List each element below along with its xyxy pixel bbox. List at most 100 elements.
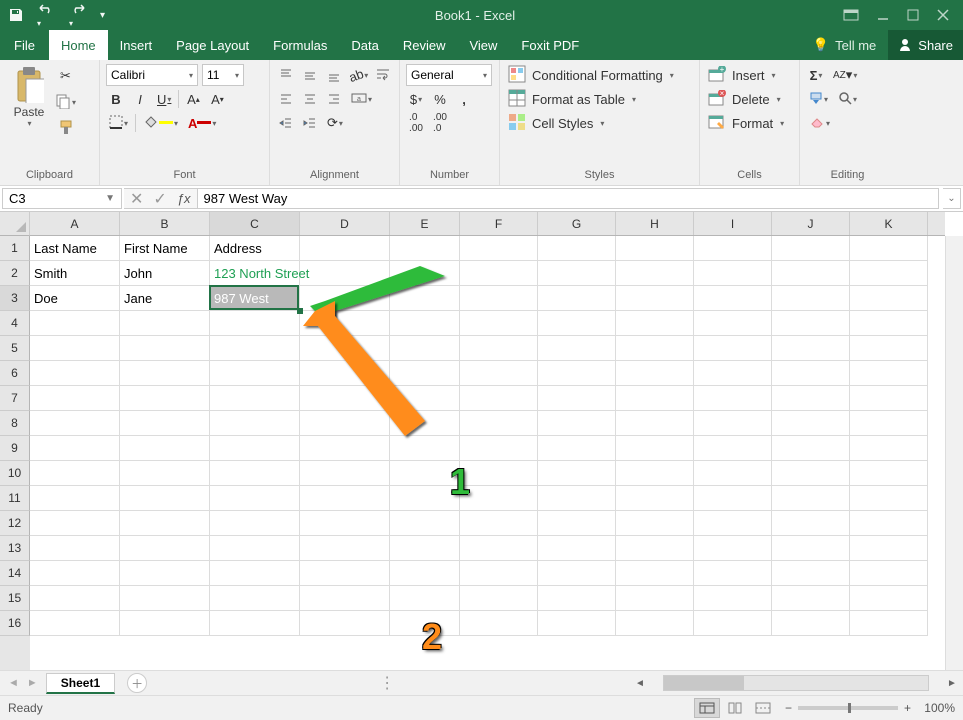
align-left-button[interactable] <box>276 88 296 110</box>
cell-j10[interactable] <box>772 461 850 486</box>
percent-button[interactable]: % <box>430 88 450 110</box>
col-header-g[interactable]: G <box>538 212 616 235</box>
accounting-button[interactable]: $▾ <box>406 88 426 110</box>
cell-c2[interactable]: 123 North Street <box>210 261 300 286</box>
cell-h11[interactable] <box>616 486 694 511</box>
cell-i9[interactable] <box>694 436 772 461</box>
increase-font-button[interactable]: A▴ <box>183 88 203 110</box>
cell-b11[interactable] <box>120 486 210 511</box>
cell-g16[interactable] <box>538 611 616 636</box>
cell-a16[interactable] <box>30 611 120 636</box>
format-as-table-button[interactable]: Format as Table▾ <box>506 87 693 111</box>
row-header-3[interactable]: 3 <box>0 286 30 311</box>
row-header-9[interactable]: 9 <box>0 436 30 461</box>
share-button[interactable]: Share <box>888 30 963 60</box>
cell-k12[interactable] <box>850 511 928 536</box>
cell-d11[interactable] <box>300 486 390 511</box>
cell-e13[interactable] <box>390 536 460 561</box>
cell-a6[interactable] <box>30 361 120 386</box>
view-page-break-button[interactable] <box>751 699 775 717</box>
cell-c9[interactable] <box>210 436 300 461</box>
cell-b10[interactable] <box>120 461 210 486</box>
col-header-k[interactable]: K <box>850 212 928 235</box>
cell-j2[interactable] <box>772 261 850 286</box>
paste-button[interactable]: Paste ▾ <box>6 63 52 157</box>
cell-i10[interactable] <box>694 461 772 486</box>
col-header-h[interactable]: H <box>616 212 694 235</box>
clear-button[interactable]: ▾ <box>806 112 833 134</box>
cell-c1[interactable]: Address <box>210 236 300 261</box>
cell-k3[interactable] <box>850 286 928 311</box>
cell-h13[interactable] <box>616 536 694 561</box>
cell-e4[interactable] <box>390 311 460 336</box>
tab-file[interactable]: File <box>0 30 49 60</box>
cell-k5[interactable] <box>850 336 928 361</box>
sheet-scroll-right-icon[interactable]: ► <box>27 677 38 689</box>
cell-d14[interactable] <box>300 561 390 586</box>
cell-c4[interactable] <box>210 311 300 336</box>
cell-f11[interactable] <box>460 486 538 511</box>
col-header-i[interactable]: I <box>694 212 772 235</box>
cell-a3[interactable]: Doe <box>30 286 120 311</box>
tab-view[interactable]: View <box>457 30 509 60</box>
cell-e16[interactable] <box>390 611 460 636</box>
cell-g15[interactable] <box>538 586 616 611</box>
fill-color-button[interactable]: ▾ <box>140 112 181 134</box>
cell-b6[interactable] <box>120 361 210 386</box>
comma-button[interactable]: , <box>454 88 474 110</box>
cell-h5[interactable] <box>616 336 694 361</box>
hscroll-right-icon[interactable]: ► <box>945 678 959 689</box>
cell-c14[interactable] <box>210 561 300 586</box>
cell-a1[interactable]: Last Name <box>30 236 120 261</box>
cell-b1[interactable]: First Name <box>120 236 210 261</box>
cell-b12[interactable] <box>120 511 210 536</box>
view-normal-button[interactable] <box>695 699 719 717</box>
save-icon[interactable] <box>6 5 26 25</box>
cell-e8[interactable] <box>390 411 460 436</box>
cell-j8[interactable] <box>772 411 850 436</box>
sort-filter-button[interactable]: AZ▾▾ <box>830 64 860 86</box>
tab-formulas[interactable]: Formulas <box>261 30 339 60</box>
cell-g14[interactable] <box>538 561 616 586</box>
cell-d2[interactable] <box>300 261 390 286</box>
cell-a7[interactable] <box>30 386 120 411</box>
zoom-in-button[interactable]: + <box>904 701 911 715</box>
redo-icon[interactable]: ▾ <box>66 0 90 31</box>
cell-i6[interactable] <box>694 361 772 386</box>
ribbon-display-icon[interactable] <box>843 9 859 21</box>
cell-d9[interactable] <box>300 436 390 461</box>
cell-k4[interactable] <box>850 311 928 336</box>
cell-j3[interactable] <box>772 286 850 311</box>
cell-f2[interactable] <box>460 261 538 286</box>
cell-b14[interactable] <box>120 561 210 586</box>
cell-j7[interactable] <box>772 386 850 411</box>
tell-me-button[interactable]: 💡 Tell me <box>801 30 888 60</box>
orientation-button[interactable]: ab▾ <box>348 64 369 86</box>
insert-function-button[interactable]: ƒx <box>177 191 191 206</box>
format-painter-button[interactable] <box>52 117 79 139</box>
cell-c5[interactable] <box>210 336 300 361</box>
italic-button[interactable]: I <box>130 88 150 110</box>
cell-a9[interactable] <box>30 436 120 461</box>
cell-j16[interactable] <box>772 611 850 636</box>
tab-page-layout[interactable]: Page Layout <box>164 30 261 60</box>
cell-j6[interactable] <box>772 361 850 386</box>
cell-d5[interactable] <box>300 336 390 361</box>
cell-b3[interactable]: Jane <box>120 286 210 311</box>
cell-e11[interactable] <box>390 486 460 511</box>
find-select-button[interactable]: ▾ <box>835 88 860 110</box>
cell-j12[interactable] <box>772 511 850 536</box>
cell-c16[interactable] <box>210 611 300 636</box>
cell-g4[interactable] <box>538 311 616 336</box>
cell-a5[interactable] <box>30 336 120 361</box>
cell-f15[interactable] <box>460 586 538 611</box>
cell-g3[interactable] <box>538 286 616 311</box>
zoom-out-button[interactable]: − <box>785 701 792 715</box>
decrease-decimal-button[interactable]: .00.0 <box>430 112 450 134</box>
cell-d13[interactable] <box>300 536 390 561</box>
cell-k1[interactable] <box>850 236 928 261</box>
cell-b4[interactable] <box>120 311 210 336</box>
cell-i11[interactable] <box>694 486 772 511</box>
cell-a15[interactable] <box>30 586 120 611</box>
cell-b5[interactable] <box>120 336 210 361</box>
